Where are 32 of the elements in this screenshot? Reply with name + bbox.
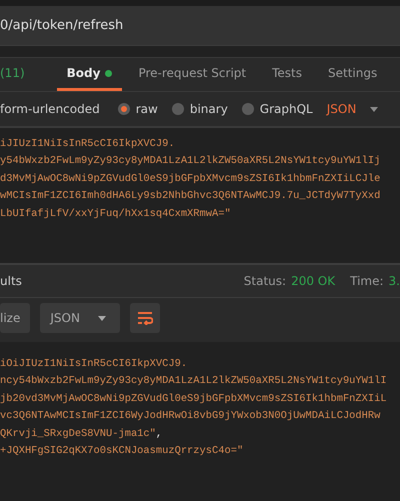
time-label: Time: (350, 274, 384, 288)
code-line: d3MvMjAwOC8wNi9pZGVudGl0eS9jbGFpbXMvcm9sZSI6Ik1hbmFnZXIiLCJle (0, 172, 382, 187)
visualize-button[interactable]: lize (0, 303, 30, 334)
code-line: +JQXHFgSIG2qKX7o0sKCNJoasmuzQrrzysC4o=" (0, 444, 244, 460)
format-dropdown[interactable]: JSON (40, 303, 120, 334)
body-type-radio[interactable]: raw (118, 102, 158, 116)
code-line: LbUIfafjLfV/xxYjFuq/hXx1sq4CxmXRmwA=" (0, 206, 232, 222)
format-dropdown[interactable]: JSON (326, 102, 378, 116)
request-tab[interactable]: Settings (318, 58, 388, 91)
code-line: ncy54bWxzb2FwLm9yZy93cy8yMDA1LzA1L2lkZW50aXR5L2NsYW1tcy9uYW1lI (0, 374, 388, 390)
request-tab[interactable]: Pre-request Script (128, 58, 256, 91)
body-type-radio[interactable]: binary (172, 102, 228, 116)
code-line: QKrvji_SRxgDeS8VNU-jma1c", (0, 426, 164, 442)
code-line: wMCIsImF1ZCI6Imh0dHA6Ly9sb2NhbGhvc3Q6NTAwMCJ9.7u_JCTdyW7TyXxd (0, 189, 382, 204)
code-line: jb20vd3MvMjAwOC8wNi9pZGVudGl0eS9jbGFpbXMvcm9sZSI6Ik1hbmFnZXIiL (0, 392, 388, 407)
request-tab[interactable]: Tests (262, 58, 312, 91)
response-title: ults (0, 274, 22, 288)
body-type-radio[interactable]: GraphQL (242, 102, 313, 116)
headers-count-tab[interactable]: (11) (0, 58, 35, 91)
body-type-option[interactable]: form-urlencoded (0, 102, 100, 116)
status-value: 200 OK (291, 274, 336, 288)
time-value: 3. (388, 274, 400, 288)
code-line: vc3Q6NTAwMCIsImF1ZCI6WyJodHRwOi8vbG9jYWxob3N0OjUwMDAiLCJodHRw (0, 409, 382, 424)
code-line: iJIUzI1NiIsInR5cCI6IkpXVCJ9. (0, 137, 176, 152)
wrap-button[interactable] (130, 303, 160, 334)
wrap-icon (136, 311, 153, 326)
status-label: Status: (244, 274, 286, 288)
code-line: iOiJIUzI1NiIsInR5cCI6IkpXVCJ9. (0, 357, 188, 372)
url-bar[interactable]: 0/api/token/refresh (0, 6, 400, 46)
code-line: y54bWxzb2FwLm9yZy93cy8yMDA1LzA1L2lkZW50aXR5L2NsYW1tcy9uYW1lIj (0, 154, 382, 170)
caret-icon (370, 106, 378, 112)
caret-icon (98, 316, 106, 321)
